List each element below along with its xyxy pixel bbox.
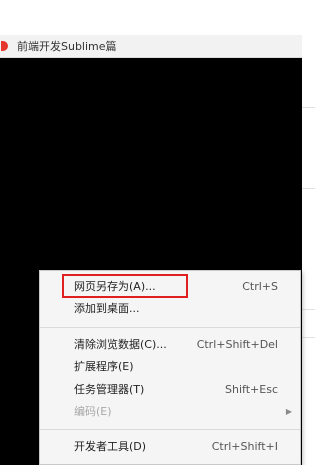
- chevron-right-icon: ▶: [285, 407, 292, 416]
- menu-item-shortcut: Ctrl+Shift+I: [211, 440, 278, 453]
- menu-item-label: 网页另存为(A)...: [74, 280, 156, 293]
- menu-item-encoding[interactable]: 编码(E) ▶: [40, 402, 300, 421]
- menu-item-label: 添加到桌面...: [74, 302, 140, 315]
- menu-separator: [40, 429, 300, 430]
- menu-item-label: 扩展程序(E): [74, 360, 134, 373]
- favicon-icon: [1, 41, 8, 51]
- context-menu: 网页另存为(A)... Ctrl+S 添加到桌面... 清除浏览数据(C)...…: [39, 270, 301, 465]
- menu-item-label: 任务管理器(T): [74, 383, 145, 396]
- menu-item-label: 编码(E): [74, 405, 112, 418]
- page-title: 前端开发Sublime篇: [17, 40, 117, 53]
- menu-item-label: 清除浏览数据(C)...: [74, 338, 167, 351]
- menu-item-clear-browsing-data[interactable]: 清除浏览数据(C)... Ctrl+Shift+Del: [40, 335, 300, 354]
- menu-item-developer-tools[interactable]: 开发者工具(D) Ctrl+Shift+I: [40, 437, 300, 456]
- top-toolbar-area: [0, 0, 315, 36]
- menu-separator: [40, 327, 300, 328]
- menu-item-save-page-as[interactable]: 网页另存为(A)... Ctrl+S: [40, 277, 300, 296]
- right-divider-line: [302, 337, 315, 338]
- menu-item-extensions[interactable]: 扩展程序(E): [40, 357, 300, 376]
- menu-item-shortcut: Ctrl+S: [242, 280, 278, 293]
- menu-item-label: 开发者工具(D): [74, 440, 147, 453]
- page-title-bar[interactable]: 前端开发Sublime篇: [0, 35, 302, 58]
- right-side-panel: [302, 35, 315, 465]
- right-divider-line: [302, 188, 315, 189]
- menu-item-task-manager[interactable]: 任务管理器(T) Shift+Esc: [40, 380, 300, 399]
- right-divider-line: [302, 309, 315, 310]
- right-divider-line: [302, 107, 315, 108]
- menu-item-add-to-desktop[interactable]: 添加到桌面...: [40, 299, 300, 318]
- browser-screen: 前端开发Sublime篇 网页另存为(A)... Ctrl+S 添加到桌面...…: [0, 0, 315, 465]
- menu-item-shortcut: Ctrl+Shift+Del: [196, 338, 278, 351]
- menu-item-shortcut: Shift+Esc: [225, 383, 278, 396]
